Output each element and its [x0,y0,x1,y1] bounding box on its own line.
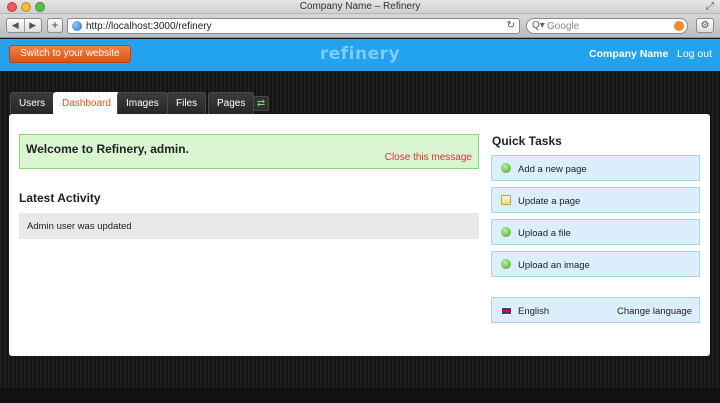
logout-link[interactable]: Log out [677,48,712,60]
window-titlebar: Company Name – Refinery ⤢ [0,0,720,14]
tab-dashboard[interactable]: Dashboard [53,92,120,116]
close-message-link[interactable]: Close this message [385,152,472,163]
list-item: Admin user was updated [19,213,479,239]
add-icon [501,227,511,237]
footer-strip [0,388,720,403]
company-name-link[interactable]: Company Name [589,48,668,60]
back-forward-buttons: ◀ ▶ [6,18,42,33]
language-switcher: English Change language [491,297,700,323]
gear-icon[interactable]: ⚙ [696,18,714,33]
new-tab-button[interactable]: + [47,18,63,33]
reorder-tabs-icon[interactable]: ⇄ [253,96,269,111]
search-icon[interactable]: Q▾ [532,20,545,31]
page-icon [501,195,511,205]
quick-task-label: Upload an image [518,260,590,271]
quick-tasks-heading: Quick Tasks [492,134,562,148]
search-placeholder: Google [547,21,580,32]
globe-icon [72,21,82,31]
search-field[interactable]: Q▾ Google [526,18,688,34]
upload-image-button[interactable]: Upload an image [491,251,700,277]
change-language-link[interactable]: Change language [617,306,692,317]
search-engine-icon[interactable] [674,21,684,31]
flash-message-text: Welcome to Refinery, admin. [26,142,189,156]
window-title: Company Name – Refinery [299,1,421,12]
fullscreen-icon[interactable]: ⤢ [706,1,714,12]
back-icon[interactable]: ◀ [7,19,25,32]
add-icon [501,259,511,269]
tab-pages[interactable]: Pages [208,92,255,114]
flash-message: Welcome to Refinery, admin. Close this m… [19,134,479,169]
tab-files[interactable]: Files [167,92,207,114]
dashboard-panel: Welcome to Refinery, admin. Close this m… [9,114,710,356]
update-page-button[interactable]: Update a page [491,187,700,213]
latest-activity-heading: Latest Activity [19,191,101,205]
quick-task-label: Update a page [518,196,581,207]
current-language: English [518,306,550,317]
site-header: Switch to your website refinery Company … [0,39,720,71]
add-new-page-button[interactable]: Add a new page [491,155,700,181]
address-bar[interactable]: http://localhost:3000/refinery ↻ [67,18,520,34]
browser-toolbar: ◀ ▶ + http://localhost:3000/refinery ↻ Q… [0,14,720,38]
url-text[interactable]: http://localhost:3000/refinery [86,21,212,32]
reload-icon[interactable]: ↻ [507,20,515,31]
activity-text: Admin user was updated [27,221,132,232]
tab-images[interactable]: Images [117,92,168,114]
tab-users[interactable]: Users [10,92,55,114]
add-icon [501,163,511,173]
upload-file-button[interactable]: Upload a file [491,219,700,245]
uk-flag-icon [501,307,512,315]
forward-icon[interactable]: ▶ [25,19,42,32]
quick-task-label: Upload a file [518,228,571,239]
quick-task-label: Add a new page [518,164,587,175]
